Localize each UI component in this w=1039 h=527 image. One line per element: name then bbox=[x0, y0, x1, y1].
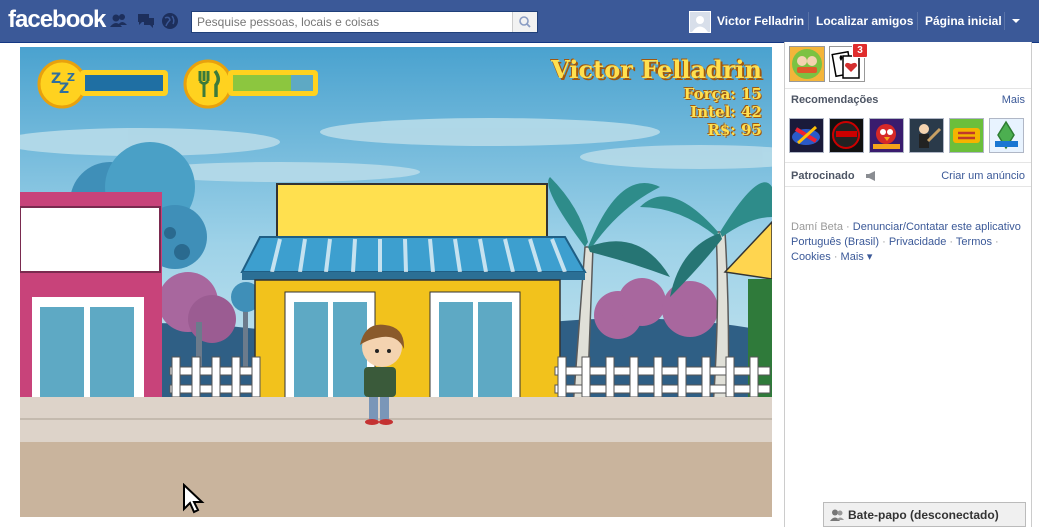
sponsored-title: Patrocinado bbox=[791, 170, 855, 182]
find-friends-link[interactable]: Localizar amigos bbox=[816, 0, 913, 42]
recommended-app-1[interactable] bbox=[789, 118, 824, 153]
guitar-game-app-icon bbox=[919, 124, 942, 148]
chat-bar[interactable]: Bate-papo (desconectado) bbox=[823, 502, 1026, 527]
strength-stat: Força: 15 bbox=[683, 85, 762, 103]
food-icon bbox=[183, 59, 233, 109]
dami-app-icon bbox=[792, 49, 822, 79]
food-bar-empty bbox=[291, 75, 313, 91]
dami-app-bookmark[interactable] bbox=[789, 46, 825, 82]
svg-text:Z: Z bbox=[67, 71, 75, 84]
sims-social-app-icon bbox=[995, 120, 1018, 150]
divider bbox=[785, 186, 1031, 187]
recommended-app-3[interactable] bbox=[869, 118, 904, 153]
user-avatar[interactable] bbox=[689, 11, 711, 33]
home-link[interactable]: Página inicial bbox=[925, 0, 1002, 42]
game-scene bbox=[20, 47, 772, 517]
intel-stat: Intel: 42 bbox=[690, 103, 762, 121]
recommended-app-2[interactable] bbox=[829, 118, 864, 153]
ice-hockey-app-icon bbox=[792, 125, 820, 145]
footer-more-link[interactable]: Mais bbox=[841, 251, 864, 263]
game-canvas[interactable]: Z Z Z Victor Felladrin Força: 15 Intel: … bbox=[20, 47, 772, 517]
sleep-bar bbox=[80, 70, 168, 96]
mouse-cursor-icon bbox=[183, 483, 205, 514]
app-name: Damí Beta bbox=[791, 221, 843, 233]
search-button[interactable] bbox=[512, 12, 537, 32]
notifications-globe-icon[interactable] bbox=[161, 12, 179, 30]
megaphone-icon bbox=[866, 171, 875, 181]
app-footer: Damí Beta · Denunciar/Contatar este apli… bbox=[791, 221, 1021, 263]
report-app-link[interactable]: Denunciar/Contatar este aplicativo bbox=[853, 221, 1021, 233]
recommended-app-5[interactable] bbox=[949, 118, 984, 153]
language-link[interactable]: Português (Brasil) bbox=[791, 236, 879, 248]
recommendations-title: Recomendações bbox=[791, 94, 879, 106]
top-bar: facebook Victor Felladrin Localizar amig… bbox=[0, 0, 1039, 43]
player-name: Victor Felladrin bbox=[551, 55, 762, 84]
marvel-app-icon bbox=[832, 121, 860, 149]
messages-icon[interactable] bbox=[137, 12, 155, 30]
nav-divider bbox=[808, 12, 809, 30]
notification-badge: 3 bbox=[852, 43, 868, 58]
divider bbox=[785, 88, 1031, 89]
search-input[interactable] bbox=[192, 12, 524, 32]
food-bar-fill bbox=[233, 75, 292, 91]
privacy-link[interactable]: Privacidade bbox=[889, 236, 946, 248]
food-bar bbox=[228, 70, 318, 96]
profile-link[interactable]: Victor Felladrin bbox=[717, 0, 804, 42]
facebook-logo[interactable]: facebook bbox=[8, 6, 106, 34]
search-box bbox=[191, 11, 538, 33]
search-icon bbox=[519, 16, 531, 28]
divider bbox=[785, 162, 1031, 163]
sleep-bar-fill bbox=[85, 75, 163, 91]
dragon-city-app-icon bbox=[953, 128, 980, 143]
angry-birds-friends-app-icon bbox=[873, 124, 900, 149]
recommended-app-6[interactable] bbox=[989, 118, 1024, 153]
account-menu-chevron-icon[interactable] bbox=[1010, 16, 1022, 26]
nav-divider bbox=[917, 12, 918, 30]
recommended-app-4[interactable] bbox=[909, 118, 944, 153]
street bbox=[20, 442, 772, 517]
caret-down-icon[interactable]: ▾ bbox=[867, 251, 873, 263]
nav-divider bbox=[1004, 12, 1005, 30]
chat-label: Bate-papo (desconectado) bbox=[848, 508, 999, 522]
default-avatar-icon bbox=[690, 12, 710, 32]
pink-building bbox=[20, 192, 162, 417]
right-sidebar: 3 Recomendações Mais Patrocinado Criar u… bbox=[784, 42, 1032, 527]
terms-link[interactable]: Termos bbox=[956, 236, 992, 248]
recommendations-more-link[interactable]: Mais bbox=[1002, 94, 1025, 106]
chat-users-icon bbox=[830, 509, 844, 521]
money-stat: R$: 95 bbox=[707, 121, 762, 139]
cookies-link[interactable]: Cookies bbox=[791, 251, 831, 263]
yellow-shop bbox=[240, 183, 587, 416]
create-ad-link[interactable]: Criar um anúncio bbox=[941, 170, 1025, 182]
friend-requests-icon[interactable] bbox=[110, 12, 128, 30]
